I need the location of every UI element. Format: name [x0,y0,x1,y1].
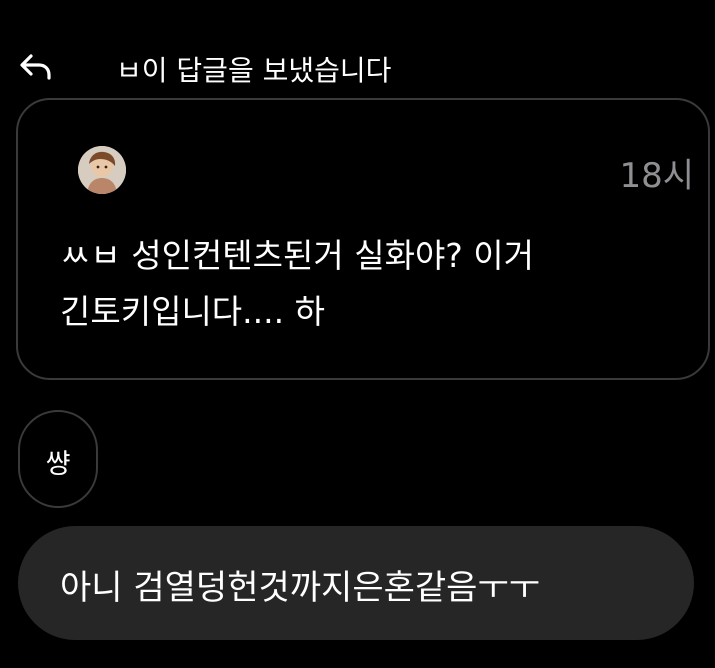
sent-message-bubble[interactable]: 아니 검열덩헌것까지은혼같음ㅜㅜ [18,526,694,640]
reply-arrow-icon[interactable] [18,48,54,84]
reply-status-text: ㅂ이 답글을 보냈습니다 [116,54,392,87]
user-avatar[interactable] [78,146,126,194]
reaction-text: 썅 [45,449,71,480]
quoted-message-card[interactable]: 18시 ㅆㅂ 성인컨텐츠된거 실화야? 이거 긴토키입니다.... 하 [16,98,710,380]
reply-header: ㅂ이 답글을 보냈습니다 [18,44,698,88]
sent-message-text: 아니 검열덩헌것까지은혼같음ㅜㅜ [60,568,541,608]
message-time: 18시 [619,156,694,196]
quoted-message-text: ㅆㅂ 성인컨텐츠된거 실화야? 이거 긴토키입니다.... 하 [60,236,535,331]
reaction-message[interactable]: 썅 [18,410,98,508]
